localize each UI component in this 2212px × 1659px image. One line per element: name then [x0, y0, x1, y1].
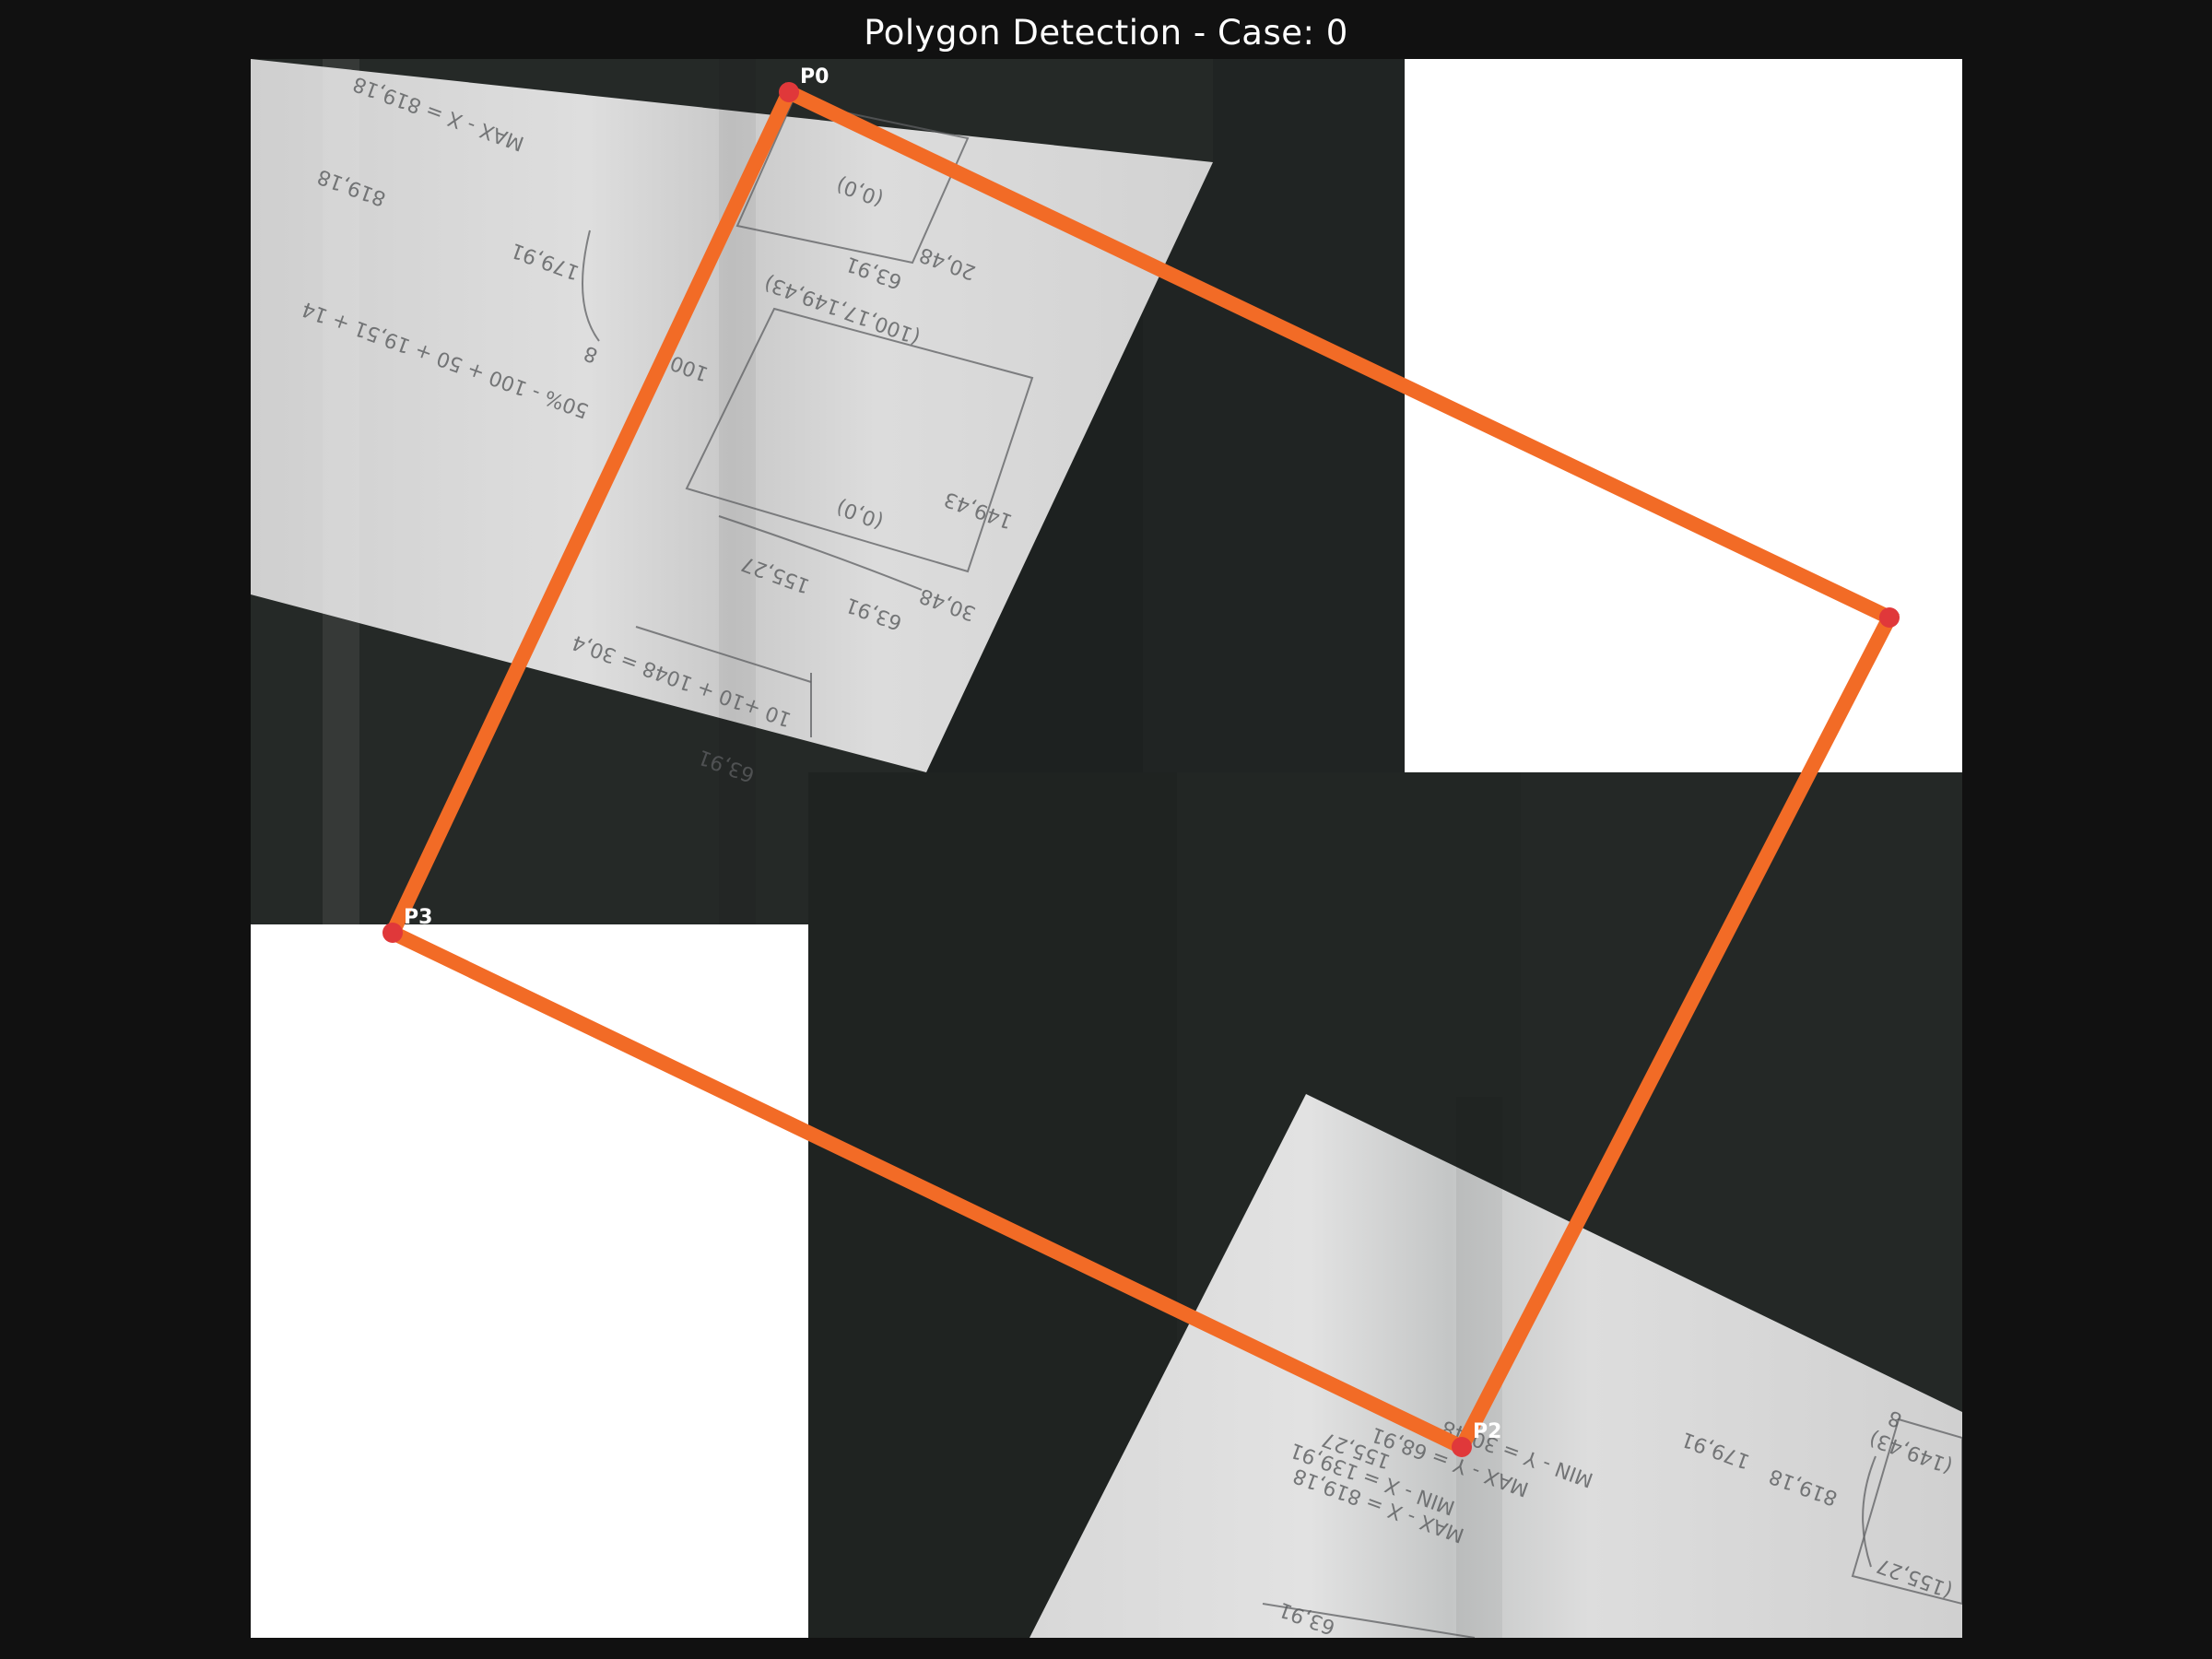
vertex-point-p2 [1452, 1437, 1472, 1457]
vertex-label-p3: P3 [404, 906, 432, 929]
vertex-label-p0: P0 [800, 65, 829, 88]
blank-quadrant-bottom-left [251, 924, 808, 1638]
vertex-point-p3 [382, 923, 403, 943]
blank-quadrant-top-right [1405, 59, 1962, 772]
detection-canvas: MAX - X = 819,18 (0,0) (100,17,149,43) (… [251, 59, 1962, 1638]
vertex-label-p2: P2 [1473, 1420, 1501, 1443]
vertex-point-p1 [1879, 607, 1900, 628]
vertex-point-p0 [779, 82, 799, 102]
image-quadrant-bottom-right: MAX - X = 819,18 MIN - X = 139,91 MIN - … [808, 772, 1962, 1638]
